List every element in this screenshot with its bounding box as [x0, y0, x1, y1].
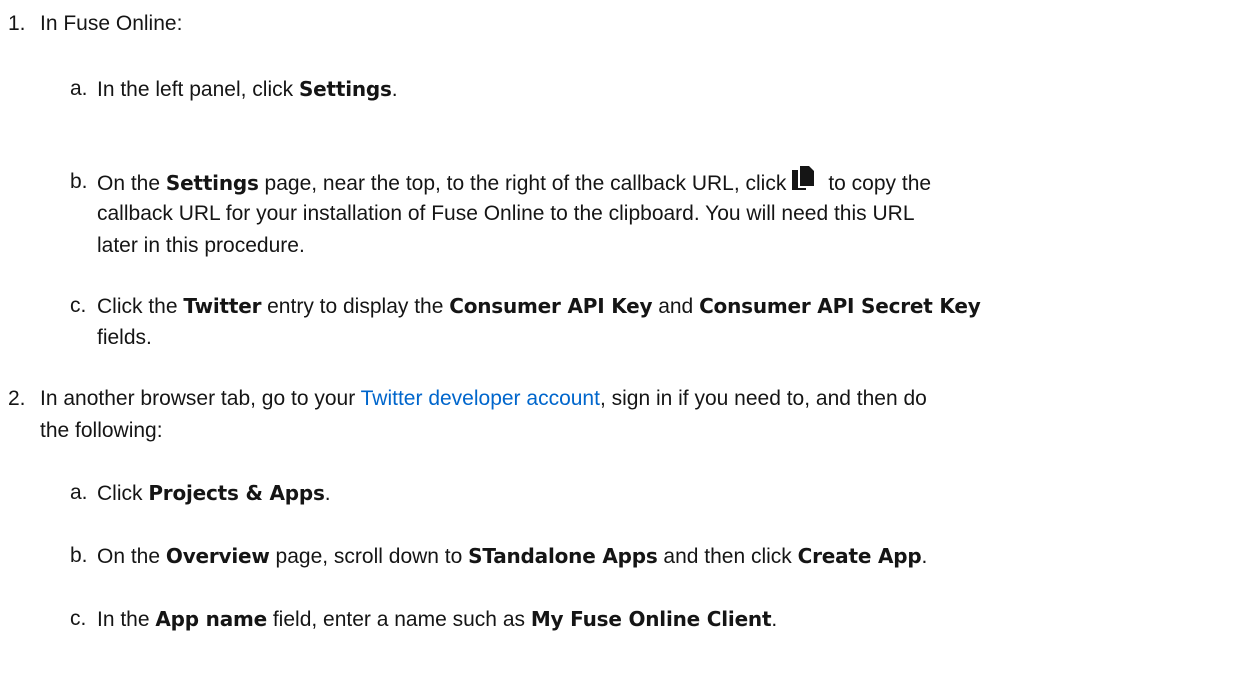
- substep-letter: b.: [70, 170, 88, 193]
- text-run: On the: [97, 545, 166, 568]
- substep-text: In the App name field, enter a name such…: [97, 603, 777, 636]
- text-run: and then click: [657, 545, 798, 568]
- text-run: later in this procedure.: [97, 234, 305, 257]
- step-number: 1.: [8, 12, 26, 35]
- ui-term-app-name: App name: [155, 607, 268, 631]
- substep-text: Click the Twitter entry to display the C…: [97, 290, 981, 323]
- substep-letter: b.: [70, 544, 88, 567]
- ui-term-overview: Overview: [165, 544, 270, 568]
- twitter-developer-account-link[interactable]: Twitter developer account: [361, 387, 600, 410]
- substep-letter: a.: [70, 77, 88, 100]
- text-run: fields.: [97, 326, 152, 349]
- substep-text: On the Overview page, scroll down to STa…: [97, 540, 927, 573]
- ui-term-consumer-api-secret-key: Consumer API Secret Key: [699, 294, 981, 318]
- step-text: In another browser tab, go to your Twitt…: [40, 383, 927, 415]
- text-run: In another browser tab, go to your: [40, 387, 361, 410]
- text-run: and: [652, 295, 700, 318]
- text-run: .: [324, 482, 331, 505]
- text-run: callback URL for your installation of Fu…: [97, 202, 915, 225]
- substep-text: Click Projects & Apps.: [97, 477, 331, 510]
- substep-letter: c.: [70, 294, 87, 317]
- ui-term-projects-apps: Projects & Apps: [148, 481, 325, 505]
- text-run: the following:: [40, 419, 163, 442]
- text-run: .: [391, 78, 398, 101]
- ui-term-my-fuse-online-client: My Fuse Online Client: [530, 607, 772, 631]
- ui-term-settings: Settings: [298, 77, 392, 101]
- procedure-document: 1. In Fuse Online: a. In the left panel,…: [0, 0, 1253, 682]
- text-run: .: [771, 608, 778, 631]
- step-text: In Fuse Online:: [40, 12, 183, 35]
- text-run: .: [921, 545, 928, 568]
- ui-term-twitter: Twitter: [183, 294, 262, 318]
- substep-text: In the left panel, click Settings.: [97, 73, 398, 106]
- text-run: In the left panel, click: [97, 78, 299, 101]
- step-number: 2.: [8, 387, 26, 410]
- ui-term-consumer-api-key: Consumer API Key: [449, 294, 653, 318]
- text-run: Click: [97, 482, 149, 505]
- text-run: field, enter a name such as: [267, 608, 531, 631]
- copy-icon: [792, 166, 815, 192]
- substep-letter: a.: [70, 481, 88, 504]
- ui-term-standalone-apps: STandalone Apps: [468, 544, 658, 568]
- text-run: entry to display the: [261, 295, 450, 318]
- text-run: to copy the: [828, 172, 932, 195]
- text-run: page, near the top, to the right of the …: [258, 172, 787, 195]
- text-run: page, scroll down to: [269, 545, 469, 568]
- substep-letter: c.: [70, 607, 87, 630]
- text-run: , sign in if you need to, and then do: [599, 387, 927, 410]
- text-run: Click the: [97, 295, 184, 318]
- substep-text: On the Settings page, near the top, to t…: [97, 166, 931, 200]
- text-run: In the: [97, 608, 156, 631]
- text-run: On the: [97, 172, 166, 195]
- ui-term-create-app: Create App: [797, 544, 922, 568]
- ui-term-settings: Settings: [165, 171, 259, 195]
